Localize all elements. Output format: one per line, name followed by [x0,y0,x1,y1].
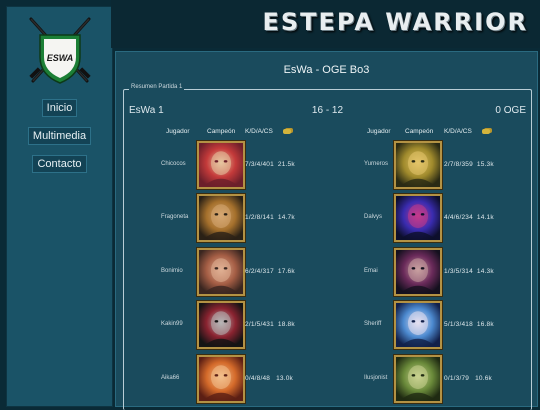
team-a-player-stats: 2/1/5/431 18.8k [245,321,295,328]
team-a-player-name: Bonimio [161,268,183,274]
team-b-champion-portrait[interactable] [394,301,442,349]
nav-inicio[interactable]: Inicio [41,99,78,117]
logo-text: ESWA [46,53,74,63]
nav-multimedia[interactable]: Multimedia [27,127,92,145]
col-head-player-a: Jugador [166,128,190,135]
team-a-player-name: Kakin99 [161,321,183,327]
team-logo[interactable]: ESWA [25,13,95,89]
team-a-player-stats: 0/4/8/48 13.0k [245,375,294,382]
col-head-kdacs-a: K/D/A/CS [245,128,273,135]
main-nav: Inicio Multimedia Contacto [7,99,112,183]
team-a-champion-portrait[interactable] [197,248,245,296]
fieldset-legend: Resumen Partida 1 [129,84,185,90]
site-header: ESTEPA WARRIOR [111,0,540,48]
team-b-champion-portrait[interactable] [394,248,442,296]
team-b-player-stats: 0/1/3/79 10.6k [444,375,493,382]
team-b-champion-portrait[interactable] [394,355,442,403]
match-score: 16 - 12 [311,105,344,116]
team-a-champion-portrait[interactable] [197,301,245,349]
team-a-champion-portrait[interactable] [197,141,245,189]
col-head-kdacs-b: K/D/A/CS [444,128,472,135]
match-title: EsWa - OGE Bo3 [283,64,370,76]
team-b-label: 0 OGE [495,105,526,116]
site-brand-title: ESTEPA WARRIOR [262,8,528,36]
team-b-player-stats: 2/7/8/359 15.3k [444,161,494,168]
team-b-player-stats: 5/1/3/418 16.8k [444,321,494,328]
team-a-player-name: Fragoneta [161,214,189,220]
col-head-champion-a: Campeón [207,128,236,135]
team-a-champion-portrait[interactable] [197,355,245,403]
col-head-player-b: Jugador [367,128,391,135]
gold-coins-icon [482,129,490,136]
match-panel: EsWa - OGE Bo3 Resumen Partida 1 EsWa 1 … [115,51,538,410]
team-a-player-stats: 7/3/4/401 21.5k [245,161,295,168]
team-b-player-name: Emai [364,268,378,274]
team-a-player-stats: 6/2/4/317 17.6k [245,268,295,275]
team-b-player-stats: 4/4/6/234 14.1k [444,214,494,221]
team-b-champion-portrait[interactable] [394,141,442,189]
team-a-player-name: Aika66 [161,375,180,381]
team-a-player-name: Chicocos [161,161,186,167]
nav-contacto[interactable]: Contacto [32,155,87,173]
team-b-player-name: Dalvys [364,214,383,220]
sidebar: ESWA Inicio Multimedia Contacto [6,6,113,407]
team-a-player-stats: 1/2/8/141 14.7k [245,214,295,221]
team-b-player-name: Yurneros [364,161,389,167]
col-head-champion-b: Campeón [405,128,434,135]
team-a-champion-portrait[interactable] [197,194,245,242]
gold-coins-icon [283,129,291,136]
match-summary-fieldset: Resumen Partida 1 EsWa 1 16 - 12 0 OGE J… [123,84,532,410]
crossed-swords-shield-icon [29,17,91,84]
team-b-player-name: Ilusjonist [364,375,388,381]
team-b-champion-portrait[interactable] [394,194,442,242]
team-b-player-name: Sheriff [364,321,382,327]
team-b-player-stats: 1/3/5/314 14.3k [444,268,494,275]
